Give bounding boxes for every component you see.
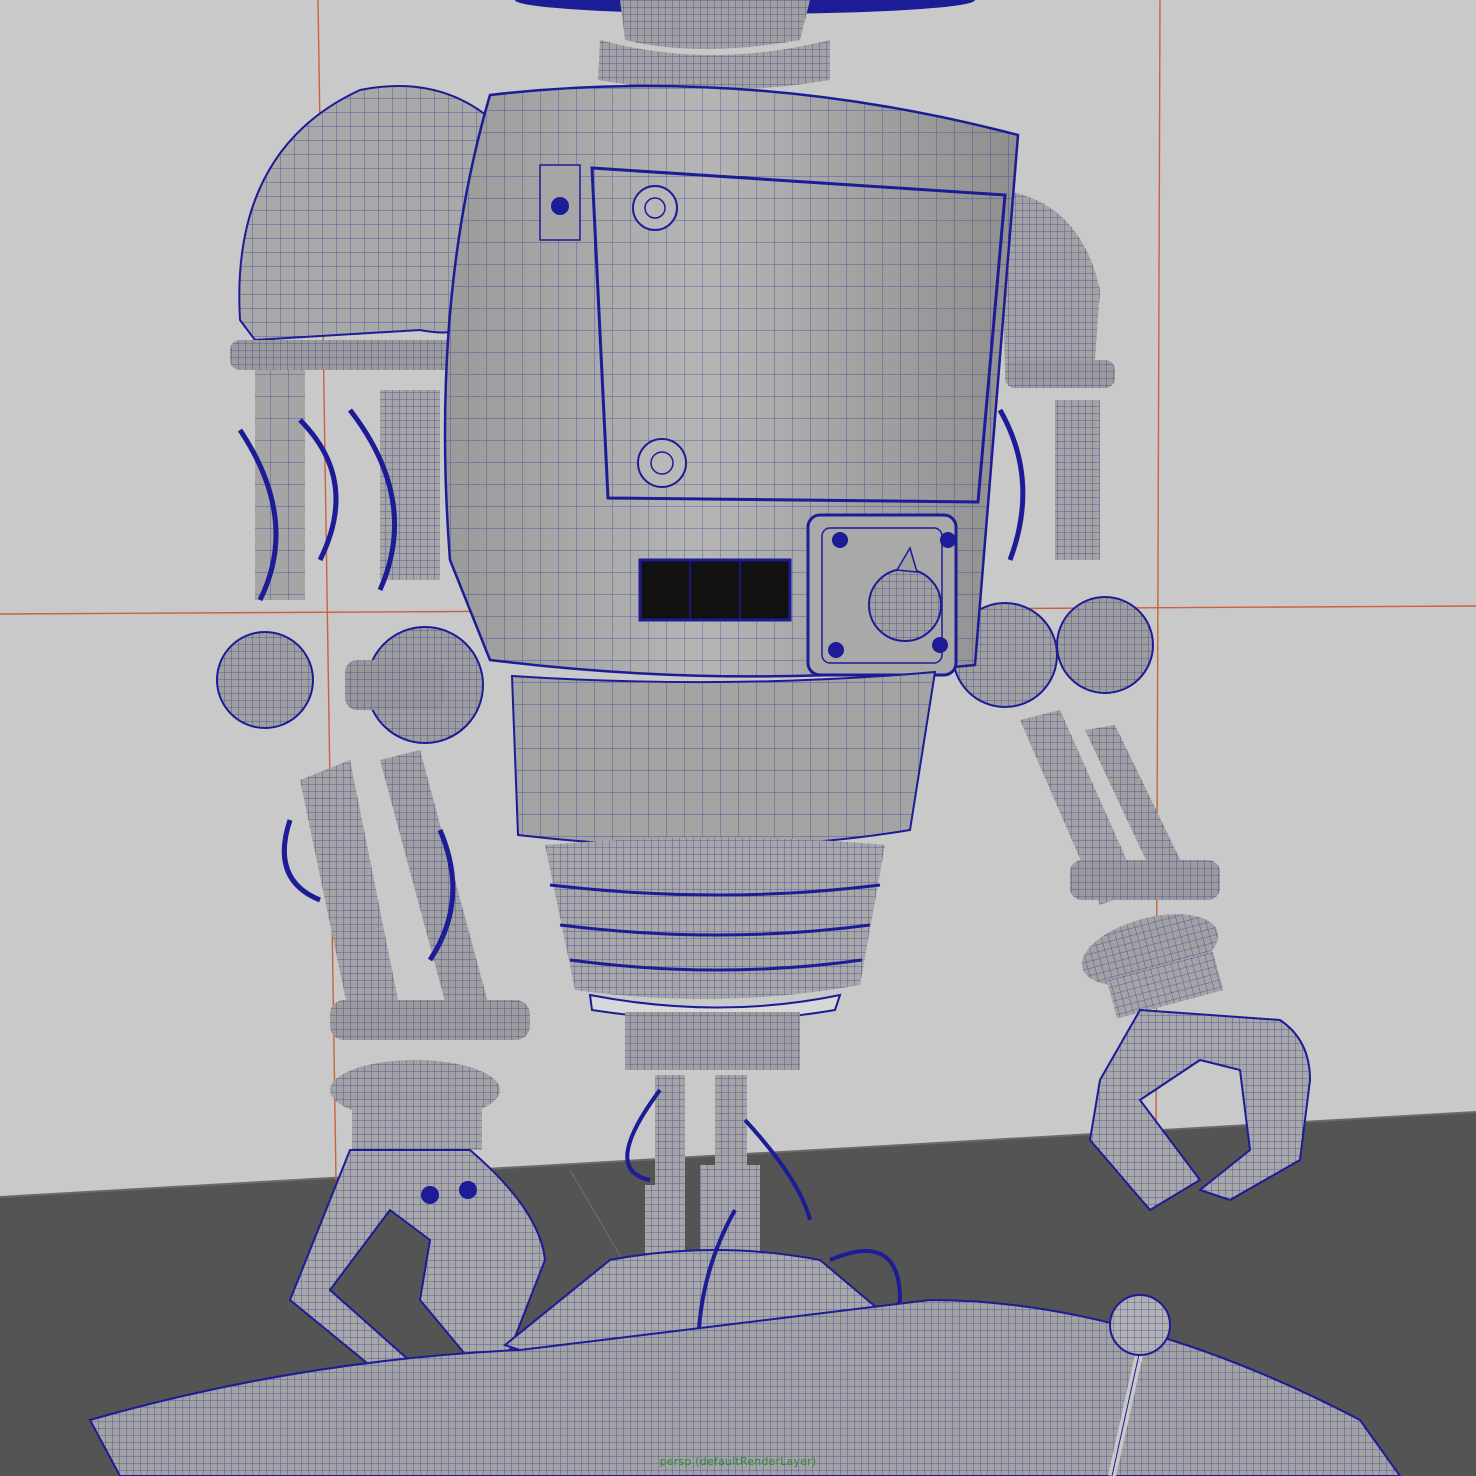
robot-torso [443,84,1020,678]
camera-label: persp (defaultRenderLayer) [659,1455,817,1468]
maya-persp-viewport[interactable]: persp (defaultRenderLayer) [0,0,1476,1476]
scene-3d-view [0,0,1476,1476]
robot-lower-torso [510,670,937,848]
